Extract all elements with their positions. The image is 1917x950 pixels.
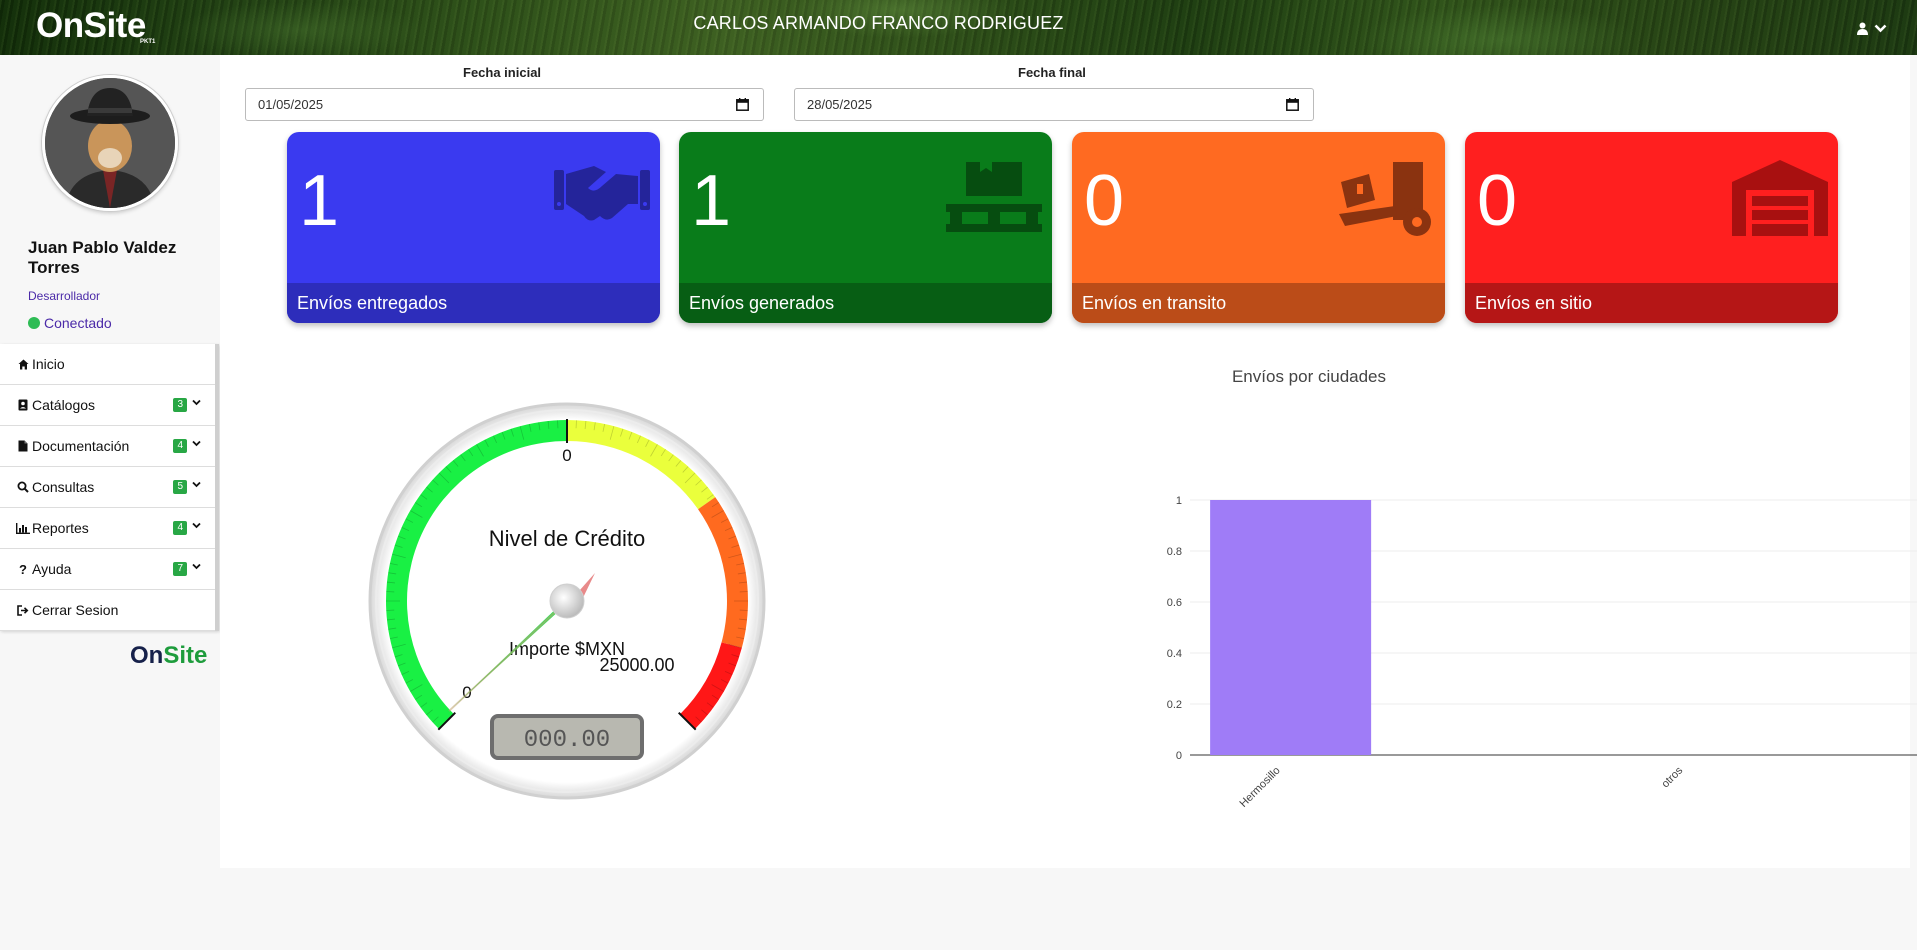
item-count-badge: 5 [173,480,187,494]
sidebar-item-documentacion[interactable]: Documentación 4 [0,426,215,467]
card-label: Envíos generados [679,283,1052,323]
header-user-full-name: CARLOS ARMANDO FRANCO RODRIGUEZ [693,13,1064,33]
card-value: 0 [1084,161,1125,241]
sidebar: Juan Pablo Valdez Torres Desarrollador C… [0,55,220,950]
sidebar-item-label: Consultas [32,479,95,495]
card-envios-en-sitio[interactable]: 0 Envíos en sitio [1465,132,1838,323]
start-date-label: Fecha inicial [463,65,542,80]
y-tick-label: 0.4 [1167,648,1182,660]
sidebar-user-name: Juan Pablo Valdez Torres [28,238,177,277]
item-count-badge: 7 [173,562,187,576]
chevron-down-icon [192,481,201,488]
sidebar-item-label: Reportes [32,520,89,536]
y-tick-label: 0 [1176,750,1182,762]
start-date-value: 01/05/2025 [258,97,324,112]
start-date-field[interactable]: 01/05/2025 [245,88,764,121]
sidebar-item-consultas[interactable]: Consultas 5 [0,467,215,508]
status-label: Conectado [44,315,112,331]
gauge-title: Nivel de Crédito [489,526,646,551]
card-label: Envíos en sitio [1465,283,1838,323]
handshake-icon [554,166,650,221]
sidebar-item-cerrar-sesion[interactable]: Cerrar Sesion [0,590,215,631]
sidebar-footer-logo: OnSite [130,642,208,669]
pallet-box-icon [946,162,1042,232]
chevron-down-icon [192,563,201,570]
chevron-down-icon [1874,24,1887,33]
user-icon [1857,22,1868,35]
address-card-icon [16,399,30,411]
avatar[interactable] [42,75,178,211]
end-date-value: 28/05/2025 [807,97,873,112]
sidebar-item-ayuda[interactable]: ? Ayuda 7 [0,549,215,590]
sign-out-icon [16,604,30,616]
card-label: Envíos en transito [1072,283,1445,323]
sidebar-item-label: Ayuda [32,561,72,577]
sidebar-item-reportes[interactable]: Reportes 4 [0,508,215,549]
file-icon [16,440,30,452]
gauge-display-value: 000.00 [524,727,610,754]
search-icon [16,481,30,493]
dolly-icon [1339,162,1431,236]
y-tick-label: 0.8 [1167,546,1182,558]
card-value: 0 [1477,161,1518,241]
warehouse-icon [1732,160,1828,236]
sidebar-menu: Inicio Catálogos 3 Documentación 4 Consu… [0,344,219,631]
card-envios-generados[interactable]: 1 Envíos generados [679,132,1052,323]
card-envios-entregados[interactable]: 1 Envíos entregados [287,132,660,323]
card-value: 1 [691,161,732,241]
top-bar: OnSite PKT1 CARLOS ARMANDO FRANCO RODRIG… [0,0,1917,55]
online-status-dot [28,317,40,329]
bar-chart-icon [16,522,30,534]
user-menu-button[interactable] [1857,22,1887,35]
calendar-icon[interactable] [1286,98,1299,111]
y-tick-label: 0.6 [1167,597,1182,609]
gauge-top-label: 0 [562,446,571,465]
chevron-down-icon [192,522,201,529]
question-icon: ? [19,561,27,577]
sidebar-user-role: Desarrollador [28,289,101,303]
chevron-down-icon [192,440,201,447]
envios-por-ciudades-chart: 0 0.2 0.4 0.6 0.8 1 Hermosillo otros [1167,495,1917,810]
item-count-badge: 4 [173,439,187,453]
chevron-down-icon [192,399,201,406]
end-date-label: Fecha final [1018,65,1086,80]
gauge-min-label: 0 [462,683,471,702]
item-count-badge: 4 [173,521,187,535]
sidebar-item-inicio[interactable]: Inicio [0,344,215,385]
bar-hermosillo [1210,500,1372,755]
sidebar-item-label: Cerrar Sesion [32,602,119,618]
home-icon [16,359,30,370]
sidebar-item-label: Inicio [32,356,65,372]
end-date-field[interactable]: 28/05/2025 [794,88,1314,121]
x-tick-label: otros [1659,764,1685,790]
sidebar-item-label: Documentación [32,438,130,454]
y-tick-label: 1 [1176,495,1182,507]
y-tick-label: 0.2 [1167,699,1182,711]
calendar-icon[interactable] [736,98,749,111]
x-tick-label: Hermosillo [1238,765,1283,810]
gauge-max-label: 25000.00 [599,655,674,675]
card-value: 1 [299,161,340,241]
credit-gauge: 0 Nivel de Crédito Importe $MXN 25000.00… [368,402,766,800]
user-photo [45,78,175,208]
brand-subtitle: PKT1 [140,39,156,45]
sidebar-user-status: Conectado [28,315,112,331]
sidebar-item-label: Catálogos [32,397,96,413]
sidebar-item-catalogos[interactable]: Catálogos 3 [0,385,215,426]
card-label: Envíos entregados [287,283,660,323]
item-count-badge: 3 [173,398,187,412]
main-content: Fecha inicial 01/05/2025 Fecha final 28/… [220,55,1917,868]
card-envios-en-transito[interactable]: 0 Envíos en transito [1072,132,1445,323]
gauge-needle-cap [549,583,585,619]
chart-title: Envíos por ciudades [1231,367,1387,386]
